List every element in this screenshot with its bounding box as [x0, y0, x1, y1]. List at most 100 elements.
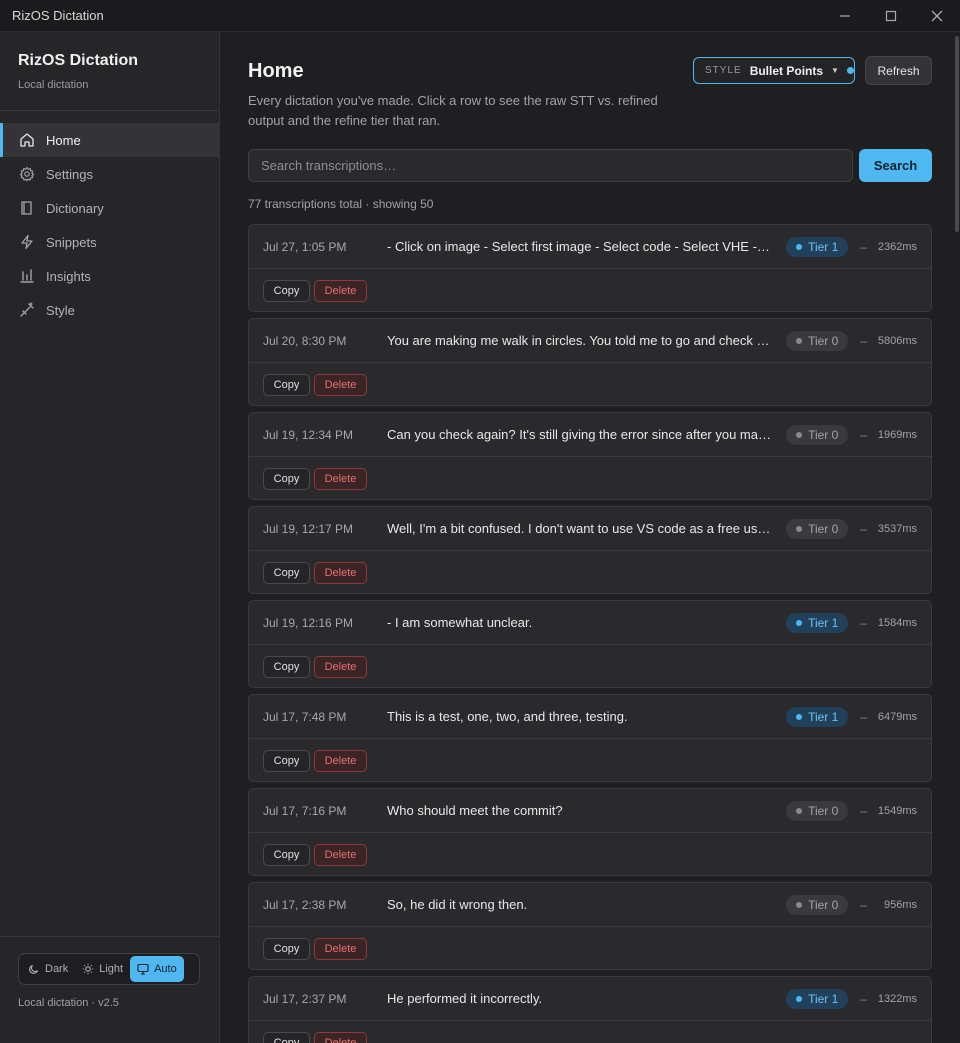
sidebar-item-home[interactable]: Home	[0, 123, 219, 157]
scrollbar[interactable]	[954, 32, 960, 232]
delete-button[interactable]: Delete	[314, 467, 367, 490]
duration: 2362ms	[877, 240, 917, 253]
copy-button[interactable]: Copy	[263, 561, 310, 584]
moon-icon	[29, 964, 39, 974]
transcription-row-header[interactable]: Jul 17, 2:37 PM He performed it incorrec…	[249, 977, 931, 1021]
theme-option-dark[interactable]: Dark	[21, 956, 75, 982]
tier-label: Tier 0	[808, 333, 839, 348]
copy-button[interactable]: Copy	[263, 373, 310, 396]
tier-label: Tier 1	[808, 615, 839, 630]
sidebar: RizOS Dictation Local dictation Home Set…	[0, 32, 220, 1043]
transcription-text: Can you check again? It's still giving t…	[387, 427, 786, 442]
transcription-row[interactable]: Jul 20, 8:30 PM You are making me walk i…	[248, 318, 932, 406]
copy-button[interactable]: Copy	[263, 937, 310, 960]
sidebar-item-label: Snippets	[46, 234, 97, 250]
copy-button[interactable]: Copy	[263, 1031, 310, 1043]
search-button[interactable]: Search	[859, 149, 932, 182]
scrollbar-thumb[interactable]	[955, 36, 959, 232]
transcription-row-header[interactable]: Jul 19, 12:34 PM Can you check again? It…	[249, 413, 931, 457]
transcription-row[interactable]: Jul 19, 12:17 PM Well, I'm a bit confuse…	[248, 506, 932, 594]
delete-button[interactable]: Delete	[314, 1031, 367, 1043]
transcription-row-header[interactable]: Jul 17, 7:48 PM This is a test, one, two…	[249, 695, 931, 739]
delete-button[interactable]: Delete	[314, 843, 367, 866]
delete-button[interactable]: Delete	[314, 655, 367, 678]
transcription-row-header[interactable]: Jul 19, 12:16 PM - I am somewhat unclear…	[249, 601, 931, 645]
tier-badge: Tier 0	[786, 424, 849, 445]
sidebar-nav: Home Settings Dictionary Snippets Insigh…	[0, 123, 219, 327]
copy-button[interactable]: Copy	[263, 279, 310, 302]
refresh-button[interactable]: Refresh	[865, 56, 932, 85]
transcription-row-actions: Copy Delete	[249, 551, 931, 593]
tier-label: Tier 0	[808, 897, 839, 912]
separator: –	[860, 991, 867, 1006]
tier-badge: Tier 1	[786, 706, 849, 727]
page-title: Home	[248, 60, 304, 82]
sidebar-item-dictionary[interactable]: Dictionary	[0, 191, 219, 225]
separator: –	[860, 803, 867, 818]
tier-dot-icon	[796, 713, 803, 720]
copy-button[interactable]: Copy	[263, 655, 310, 678]
transcription-date: Jul 17, 2:37 PM	[263, 991, 347, 1006]
tier-dot-icon	[796, 995, 803, 1002]
transcription-date: Jul 17, 7:16 PM	[263, 803, 347, 818]
tier-label: Tier 1	[808, 991, 839, 1006]
tier-badge: Tier 1	[786, 988, 849, 1009]
sidebar-item-settings[interactable]: Settings	[0, 157, 219, 191]
tier-dot-icon	[796, 431, 803, 438]
transcription-row[interactable]: Jul 27, 1:05 PM - Click on image - Selec…	[248, 224, 932, 312]
brand-subtitle: Local dictation	[18, 79, 89, 91]
style-selector[interactable]: STYLE Bullet Points ▼	[693, 57, 855, 84]
duration: 1969ms	[877, 428, 917, 441]
transcription-row-actions: Copy Delete	[249, 1021, 931, 1043]
close-button[interactable]	[914, 0, 960, 32]
chevron-down-icon: ▼	[831, 66, 839, 75]
transcription-row[interactable]: Jul 17, 2:38 PM So, he did it wrong then…	[248, 882, 932, 970]
status-dot-icon	[846, 67, 854, 74]
duration: 956ms	[883, 898, 917, 911]
delete-button[interactable]: Delete	[314, 561, 367, 584]
sun-icon	[83, 963, 94, 975]
transcription-row[interactable]: Jul 19, 12:16 PM - I am somewhat unclear…	[248, 600, 932, 688]
separator: –	[860, 897, 867, 912]
transcription-list: Jul 27, 1:05 PM - Click on image - Selec…	[248, 224, 932, 1043]
window-title: RizOS Dictation	[12, 8, 104, 23]
transcription-row-actions: Copy Delete	[249, 363, 931, 405]
tier-dot-icon	[796, 525, 803, 532]
transcription-text: Who should meet the commit?	[387, 803, 563, 818]
transcription-text: This is a test, one, two, and three, tes…	[387, 709, 628, 724]
transcription-row-header[interactable]: Jul 17, 7:16 PM Who should meet the comm…	[249, 789, 931, 833]
maximize-button[interactable]	[868, 0, 914, 32]
transcription-count: 77 transcriptions total · showing 50	[248, 197, 434, 211]
tier-badge: Tier 1	[786, 236, 849, 257]
minimize-button[interactable]	[822, 0, 868, 32]
transcription-row-header[interactable]: Jul 17, 2:38 PM So, he did it wrong then…	[249, 883, 931, 927]
theme-option-light[interactable]: Light	[75, 956, 130, 982]
sidebar-item-style[interactable]: Style	[0, 293, 219, 327]
sidebar-item-label: Home	[46, 132, 81, 148]
copy-button[interactable]: Copy	[263, 749, 310, 772]
delete-button[interactable]: Delete	[314, 279, 367, 302]
delete-button[interactable]: Delete	[314, 749, 367, 772]
title-bar: RizOS Dictation	[0, 0, 960, 32]
transcription-text: Well, I'm a bit confused. I don't want t…	[387, 521, 787, 536]
copy-button[interactable]: Copy	[263, 467, 310, 490]
transcription-row[interactable]: Jul 17, 7:16 PM Who should meet the comm…	[248, 788, 932, 876]
delete-button[interactable]: Delete	[314, 937, 367, 960]
sidebar-item-insights[interactable]: Insights	[0, 259, 219, 293]
copy-button[interactable]: Copy	[263, 843, 310, 866]
transcription-row-header[interactable]: Jul 19, 12:17 PM Well, I'm a bit confuse…	[249, 507, 931, 551]
search-input[interactable]	[248, 149, 853, 182]
transcription-row-header[interactable]: Jul 27, 1:05 PM - Click on image - Selec…	[249, 225, 931, 269]
transcription-date: Jul 27, 1:05 PM	[263, 239, 347, 254]
transcription-row[interactable]: Jul 19, 12:34 PM Can you check again? It…	[248, 412, 932, 500]
duration: 1584ms	[877, 616, 917, 629]
style-selector-value: Bullet Points	[749, 63, 824, 78]
separator: –	[860, 333, 867, 348]
style-selector-label: STYLE	[705, 65, 742, 76]
transcription-row[interactable]: Jul 17, 7:48 PM This is a test, one, two…	[248, 694, 932, 782]
theme-option-auto[interactable]: Auto	[130, 956, 184, 982]
sidebar-item-snippets[interactable]: Snippets	[0, 225, 219, 259]
transcription-row[interactable]: Jul 17, 2:37 PM He performed it incorrec…	[248, 976, 932, 1043]
delete-button[interactable]: Delete	[314, 373, 367, 396]
transcription-row-header[interactable]: Jul 20, 8:30 PM You are making me walk i…	[249, 319, 931, 363]
